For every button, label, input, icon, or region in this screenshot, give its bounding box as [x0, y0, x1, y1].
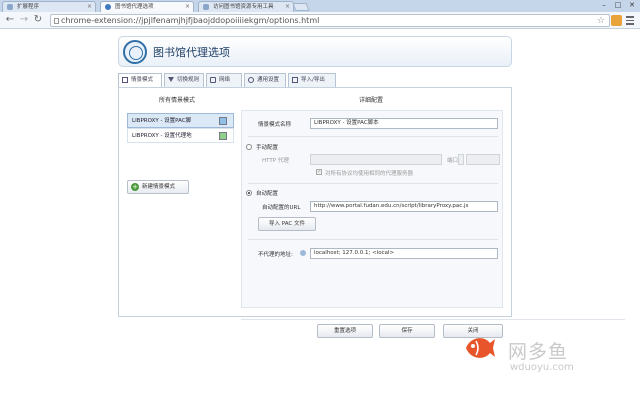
header-banner: 图书馆代理选项 — [118, 36, 512, 67]
auto-url-label: 自动配置的URL — [262, 205, 301, 211]
browser-tab-tool[interactable]: 访问图书馆资源专用工具 × — [198, 1, 294, 12]
fish-logo-icon — [466, 338, 495, 358]
new-profile-label: 新建情景模式 — [142, 184, 176, 190]
tab-label: 网络 — [219, 77, 231, 83]
profile-label: LIBPROXY - 设置PAC脚 — [132, 118, 192, 124]
same-proxy-checkbox[interactable]: ✓ — [316, 169, 322, 175]
watermark-url: wduoyu.com — [510, 362, 574, 373]
reload-icon[interactable]: ↻ — [32, 14, 44, 26]
extensions-icon — [7, 4, 13, 10]
tab-switch-rules[interactable]: 切换规则 — [164, 73, 204, 87]
import-pac-button[interactable]: 导入 PAC 文件 — [258, 217, 316, 231]
close-icon[interactable]: × — [87, 2, 92, 12]
detail-heading: 详细配置 — [359, 97, 384, 104]
page-title: 图书馆代理选项 — [153, 46, 230, 59]
browser-tab-label: 图书馆代理选项 — [115, 4, 154, 10]
forward-arrow-icon[interactable]: → — [18, 14, 30, 26]
divider — [248, 239, 498, 240]
bypass-label: 不代理的地址: — [258, 252, 293, 258]
bypass-field[interactable]: localhost; 127.0.0.1; <local> — [310, 248, 498, 259]
divider — [248, 136, 498, 137]
tab-label: 通用设置 — [257, 77, 280, 83]
minimize-button[interactable]: – — [598, 0, 610, 10]
auto-url-field[interactable]: http://www.portal.fudan.edu.cn/script/li… — [310, 201, 498, 212]
library-icon — [105, 4, 111, 10]
new-profile-button[interactable]: + 新建情景模式 — [127, 180, 189, 194]
profile-name-label: 情景模式名称 — [258, 122, 292, 128]
manual-config-radio[interactable] — [246, 144, 252, 150]
new-tab-button[interactable] — [292, 3, 310, 11]
port-field[interactable] — [466, 154, 500, 165]
options-page: 图书馆代理选项 情景模式 切换规则 网络 通用设置 导入/导出 所有情景模式 详… — [0, 30, 640, 400]
extension-icon[interactable] — [611, 15, 622, 26]
http-proxy-label: HTTP 代理 — [262, 158, 289, 164]
browser-tab-options[interactable]: 图书馆代理选项 × — [100, 1, 194, 12]
tab-general[interactable]: 通用设置 — [244, 73, 286, 87]
page-icon — [54, 18, 59, 24]
tab-label: 导入/导出 — [301, 77, 325, 83]
star-icon[interactable]: ☆ — [597, 15, 605, 27]
color-swatch[interactable] — [219, 132, 227, 140]
profiles-heading: 所有情景模式 — [159, 97, 196, 104]
divider — [241, 319, 625, 320]
tab-label: 情景模式 — [131, 77, 154, 83]
auto-config-label: 自动配置 — [256, 191, 279, 197]
browser-tab-extensions[interactable]: 扩展程序 × — [2, 1, 96, 12]
close-icon[interactable]: × — [185, 2, 190, 12]
divider — [248, 183, 498, 184]
gear-icon — [248, 77, 254, 83]
auto-config-radio[interactable] — [246, 190, 252, 196]
close-icon[interactable]: × — [285, 2, 290, 12]
tab-profiles[interactable]: 情景模式 — [118, 73, 162, 88]
options-panel: 所有情景模式 详细配置 LIBPROXY - 设置PAC脚 LIBPROXY -… — [118, 87, 625, 338]
browser-toolbar: ← → ↻ chrome-extension://jpjlfenamjhjfjb… — [0, 12, 640, 29]
network-icon — [210, 77, 216, 83]
list-item[interactable]: LIBPROXY - 设置PAC脚 — [127, 113, 234, 128]
address-bar[interactable]: chrome-extension://jpjlfenamjhjfjbaojddo… — [50, 14, 610, 27]
list-icon — [122, 77, 128, 83]
port-label: 端口 — [447, 158, 459, 164]
browser-tabstrip: 扩展程序 × 图书馆代理选项 × 访问图书馆资源专用工具 × – □ ✕ — [0, 0, 640, 12]
color-swatch[interactable] — [219, 117, 227, 125]
detail-config: 情景模式名称 LIBPROXY - 设置PAC脚本 手动配置 HTTP 代理 端… — [241, 110, 503, 308]
watermark-text: 网多鱼 — [508, 341, 569, 363]
browser-tab-label: 访问图书馆资源专用工具 — [213, 4, 274, 10]
reset-button[interactable]: 重置选项 — [317, 324, 373, 338]
tab-label: 切换规则 — [177, 77, 200, 83]
profile-label: LIBPROXY - 设置代理地 — [132, 133, 192, 139]
profile-name-field[interactable]: LIBPROXY - 设置PAC脚本 — [310, 118, 498, 129]
tab-import-export[interactable]: 导入/导出 — [288, 73, 336, 87]
http-proxy-field[interactable] — [310, 154, 442, 165]
page-icon — [203, 4, 209, 10]
address-url: chrome-extension://jpjlfenamjhjfjbaojddo… — [61, 16, 320, 25]
plus-icon: + — [131, 183, 139, 191]
manual-config-label: 手动配置 — [256, 145, 279, 151]
back-arrow-icon[interactable]: ← — [4, 14, 16, 26]
save-button[interactable]: 保存 — [379, 324, 435, 338]
browser-tab-label: 扩展程序 — [17, 4, 40, 10]
menu-icon[interactable] — [626, 16, 634, 25]
library-logo-icon — [123, 40, 147, 64]
list-item[interactable]: LIBPROXY - 设置代理地 — [127, 128, 234, 143]
maximize-button[interactable]: □ — [612, 0, 624, 10]
same-proxy-label: 对所有协议均使用相同的代理服务器 — [325, 171, 414, 177]
filter-icon — [168, 77, 174, 82]
info-icon[interactable] — [300, 250, 306, 256]
profile-list: LIBPROXY - 设置PAC脚 LIBPROXY - 设置代理地 — [127, 113, 234, 143]
port-spin-icon[interactable] — [458, 154, 464, 165]
import-export-icon — [292, 77, 298, 83]
close-window-button[interactable]: ✕ — [626, 0, 638, 10]
tab-network[interactable]: 网络 — [206, 73, 242, 87]
